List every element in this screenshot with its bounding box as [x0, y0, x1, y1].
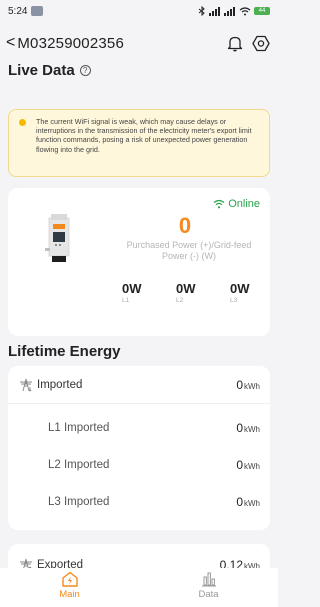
bar-chart-icon	[201, 572, 216, 587]
wifi-icon	[239, 6, 251, 15]
nav-data-tab[interactable]: Data	[139, 568, 278, 607]
phase-l3-value: 0W	[230, 281, 250, 296]
warning-text: The current WiFi signal is weak, which m…	[36, 117, 252, 154]
signal-icon	[209, 6, 220, 16]
phase-l2-label: L2	[176, 297, 184, 304]
l1-imported-label: L1 Imported	[48, 422, 110, 434]
home-icon	[61, 571, 78, 587]
l2-imported-label: L2 Imported	[48, 459, 110, 471]
phase-l1-value: 0W	[122, 281, 142, 296]
imported-label: Imported	[37, 379, 83, 391]
gallery-notification-icon	[31, 6, 44, 16]
l3-imported-row: L3 Imported 0kWh	[8, 487, 270, 517]
online-label: Online	[228, 198, 260, 210]
back-button[interactable]: <	[6, 35, 15, 51]
imported-value: 0kWh	[236, 378, 260, 392]
l3-imported-value: 0kWh	[236, 495, 260, 509]
phase-l3: 0W L3	[230, 281, 270, 305]
power-value: 0	[178, 213, 192, 238]
l3-imported-label: L3 Imported	[48, 496, 110, 508]
wifi-warning-banner: The current WiFi signal is weak, which m…	[8, 109, 270, 177]
help-icon[interactable]: ?	[79, 65, 91, 76]
status-icons: 44	[198, 6, 270, 16]
imported-tower-icon	[20, 378, 32, 392]
bluetooth-icon	[198, 6, 205, 16]
signal-icon-2	[224, 6, 235, 16]
live-data-title: Live Data	[8, 62, 75, 79]
imported-row[interactable]: Imported 0kWh	[8, 370, 270, 400]
phase-l1: 0W L1	[122, 281, 162, 305]
phase-l3-label: L3	[230, 297, 238, 304]
lifetime-energy-title: Lifetime Energy	[8, 343, 121, 360]
imported-energy-card: Imported 0kWh L1 Imported 0kWh L2 Import…	[8, 366, 270, 530]
status-bar: 5:24 44	[0, 0, 278, 22]
nav-main-tab[interactable]: Main	[0, 568, 139, 607]
l1-imported-value: 0kWh	[236, 421, 260, 435]
device-id-title: M03259002356	[17, 34, 125, 52]
bell-icon[interactable]	[224, 32, 246, 54]
phase-l1-label: L1	[122, 297, 130, 304]
l2-imported-row: L2 Imported 0kWh	[8, 450, 270, 480]
battery-icon: 44	[254, 7, 270, 15]
l1-imported-row: L1 Imported 0kWh	[8, 413, 270, 443]
phase-l2: 0W L2	[176, 281, 216, 305]
power-label: Purchased Power (+)/Grid-feed Power (-) …	[126, 240, 252, 261]
l2-imported-value: 0kWh	[236, 458, 260, 472]
wifi-online-icon	[213, 199, 225, 209]
app-header: < M03259002356	[0, 28, 278, 58]
phase-l2-value: 0W	[176, 281, 196, 296]
live-power-card: Online 0 Purchased Power (+)/Grid-feed P…	[8, 188, 270, 336]
bottom-navigation: Main Data	[0, 568, 278, 607]
settings-hexagon-icon[interactable]	[250, 32, 272, 54]
nav-data-label: Data	[198, 589, 219, 600]
divider	[8, 403, 270, 404]
status-time: 5:24	[8, 5, 28, 17]
nav-main-label: Main	[59, 589, 80, 600]
online-status: Online	[213, 198, 260, 210]
energy-meter-image	[45, 214, 70, 262]
live-data-heading: Live Data ?	[8, 62, 91, 79]
warning-dot-icon	[19, 119, 26, 126]
